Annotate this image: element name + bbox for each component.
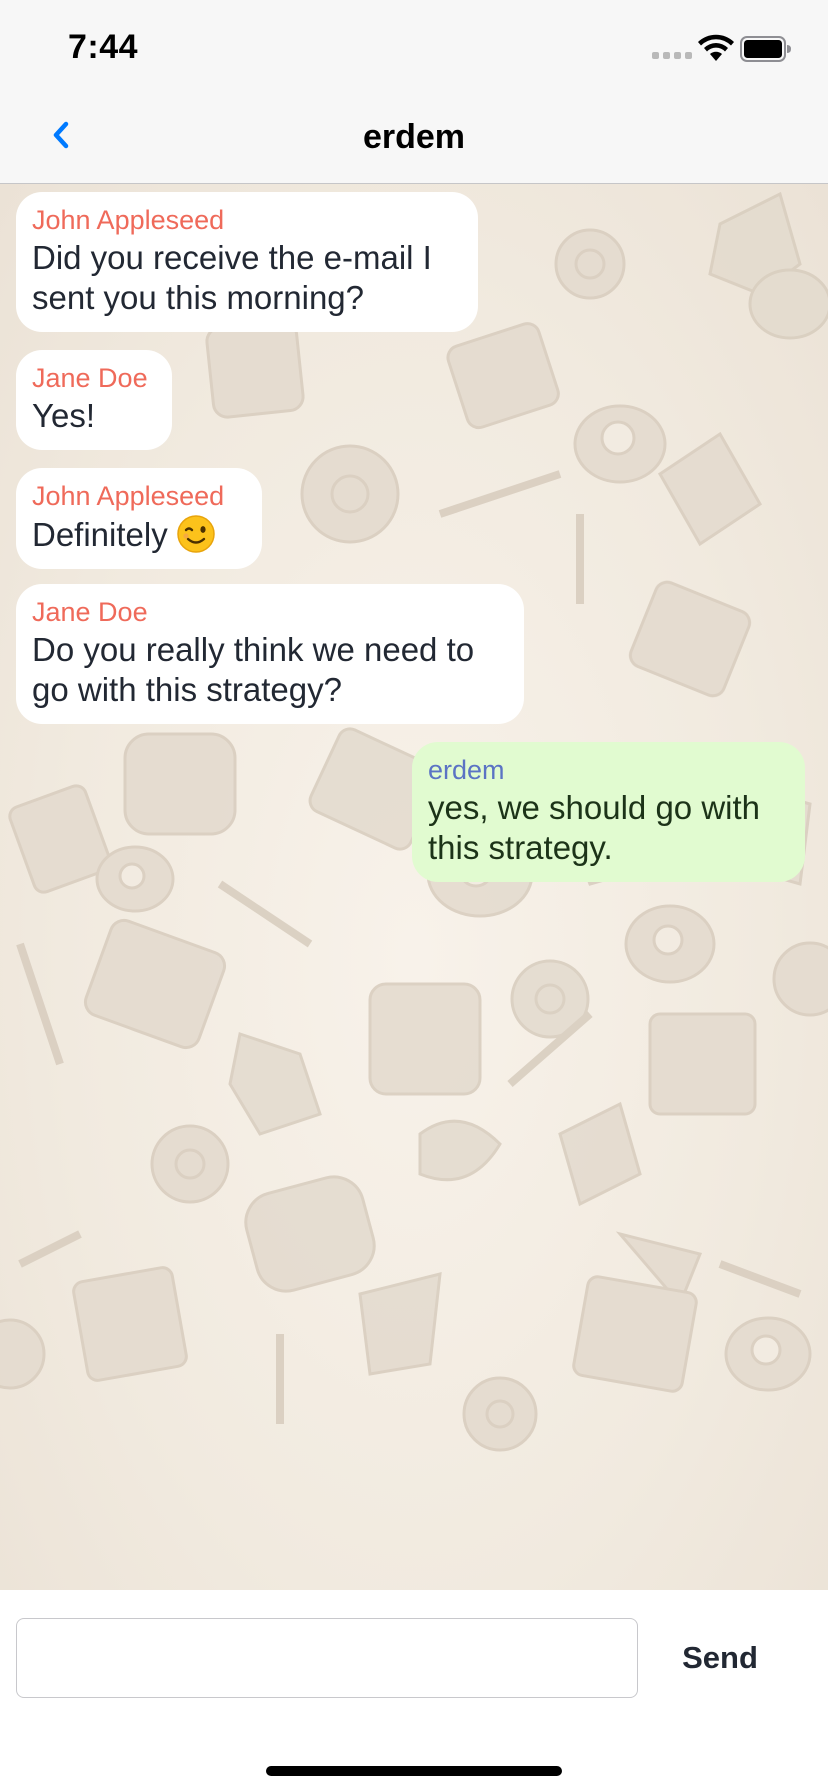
- cellular-signal-icon: [652, 52, 692, 59]
- message-input[interactable]: [16, 1618, 638, 1698]
- message-text: Yes!: [32, 397, 96, 434]
- message-bubble[interactable]: Jane Doe Do you really think we need to …: [16, 584, 524, 724]
- message-sender: Jane Doe: [32, 597, 148, 627]
- battery-icon: [740, 36, 791, 62]
- message-sender: erdem: [428, 755, 505, 785]
- chat-area[interactable]: John Appleseed Did you receive the e-mai…: [0, 184, 828, 1590]
- message-bubble[interactable]: John Appleseed Definitely: [16, 468, 262, 569]
- back-button[interactable]: [44, 114, 80, 158]
- conversation-title: erdem: [362, 118, 466, 156]
- navigation-bar: erdem: [0, 90, 828, 184]
- message-composer: Send: [0, 1590, 828, 1792]
- message-text-content: Definitely: [32, 516, 168, 553]
- home-indicator[interactable]: [266, 1766, 562, 1776]
- message-text: Did you receive the e-mail I sent you th…: [32, 239, 432, 316]
- message-bubble[interactable]: Jane Doe Yes!: [16, 350, 172, 450]
- status-time: 7:44: [68, 28, 139, 66]
- message-sender: John Appleseed: [32, 205, 225, 235]
- message-bubble[interactable]: John Appleseed Did you receive the e-mai…: [16, 192, 478, 332]
- message-text: Do you really think we need to go with t…: [32, 631, 475, 708]
- status-bar: 7:44: [0, 0, 828, 90]
- message-bubble-outgoing[interactable]: erdem yes, we should go with this strate…: [412, 742, 805, 882]
- send-button[interactable]: Send: [660, 1630, 780, 1686]
- message-sender: Jane Doe: [32, 363, 148, 393]
- message-text: yes, we should go with this strategy.: [428, 789, 761, 866]
- message-sender: John Appleseed: [32, 481, 225, 511]
- winking-face-emoji-icon: [176, 515, 215, 553]
- chevron-left-icon: [53, 121, 69, 149]
- message-text: Definitely: [32, 514, 246, 555]
- wifi-icon: [698, 34, 734, 61]
